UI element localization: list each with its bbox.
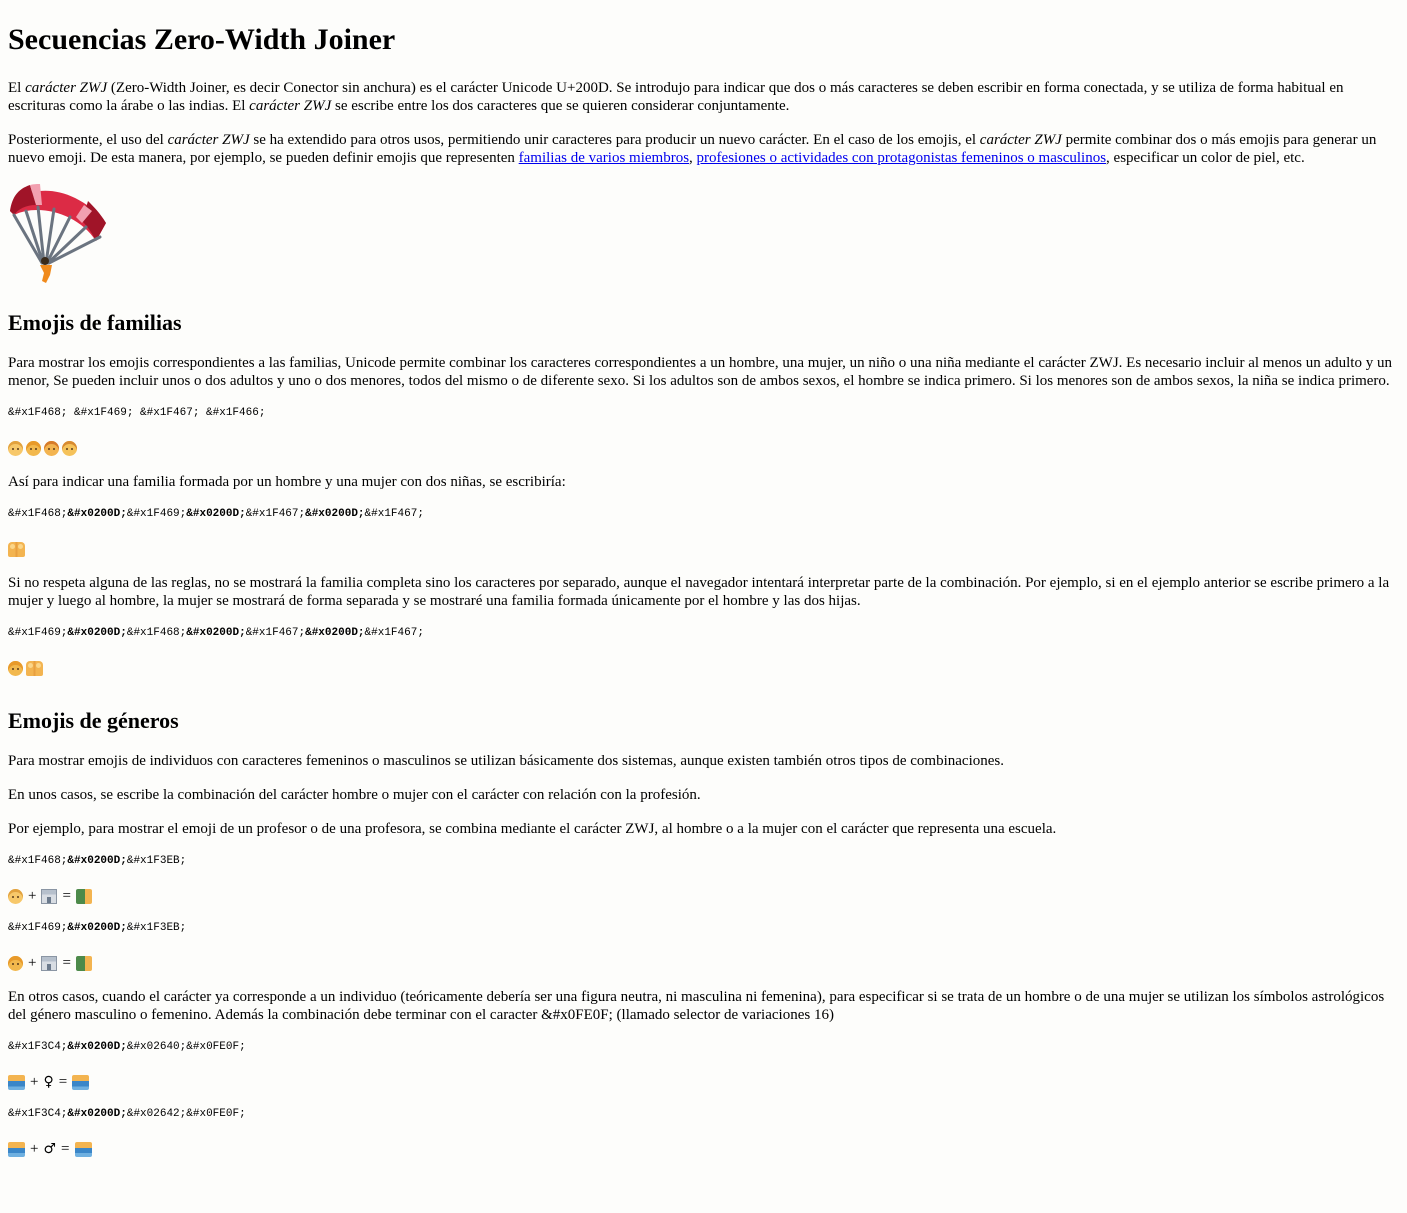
surfer-icon bbox=[8, 1141, 25, 1157]
emoji-row-woman-surfer: + ♀ = bbox=[8, 1073, 1399, 1091]
emoji-row-man-teacher: + = bbox=[8, 887, 1399, 905]
emoji-row-family-members bbox=[8, 439, 1399, 457]
equals-sign: = bbox=[58, 1074, 68, 1090]
heading-familias: Emojis de familias bbox=[8, 310, 182, 335]
emoji-row-family-broken bbox=[8, 659, 1399, 677]
intro-paragraph-2: Posteriormente, el uso del carácter ZWJ … bbox=[8, 132, 1377, 166]
code-generos-3: &#x1F3C4;&#x0200D;&#x02640;&#x0FE0F; bbox=[8, 1041, 246, 1053]
heading-generos: Emojis de géneros bbox=[8, 708, 179, 733]
woman-icon bbox=[8, 660, 23, 676]
woman-icon bbox=[8, 955, 23, 971]
generos-paragraph-3: Por ejemplo, para mostrar el emoji de un… bbox=[8, 821, 1057, 837]
parachute-icon bbox=[10, 184, 106, 283]
code-generos-2: &#x1F469;&#x0200D;&#x1F3EB; bbox=[8, 922, 187, 934]
link-familias[interactable]: familias de varios miembros bbox=[519, 150, 689, 166]
equals-sign: = bbox=[62, 955, 71, 971]
link-profesiones[interactable]: profesiones o actividades con protagonis… bbox=[697, 150, 1107, 166]
intro-paragraph-1: El carácter ZWJ (Zero-Width Joiner, es d… bbox=[8, 80, 1344, 114]
code-familias-1: &#x1F468; &#x1F469; &#x1F467; &#x1F466; bbox=[8, 407, 266, 419]
emoji-row-woman-teacher: + = bbox=[8, 954, 1399, 972]
man-icon bbox=[8, 888, 23, 904]
school-icon bbox=[41, 888, 58, 904]
surfer-icon bbox=[8, 1074, 25, 1090]
equals-sign: = bbox=[62, 888, 71, 904]
equals-sign: = bbox=[61, 1141, 70, 1157]
teacher-icon bbox=[75, 888, 92, 904]
teacher-icon bbox=[75, 955, 92, 971]
generos-paragraph-2: En unos casos, se escribe la combinación… bbox=[8, 787, 701, 803]
girl-icon bbox=[44, 440, 59, 456]
female-symbol-icon: ♀ bbox=[43, 1074, 54, 1090]
surfer-icon bbox=[74, 1141, 92, 1157]
woman-icon bbox=[26, 440, 41, 456]
code-familias-2: &#x1F468;&#x0200D;&#x1F469;&#x0200D;&#x1… bbox=[8, 508, 424, 520]
plus-sign: + bbox=[30, 1141, 39, 1157]
family-icon bbox=[26, 660, 43, 676]
familias-paragraph-1: Para mostrar los emojis correspondientes… bbox=[8, 355, 1392, 389]
boy-icon bbox=[62, 440, 77, 456]
surfer-icon bbox=[72, 1074, 90, 1090]
school-icon bbox=[41, 955, 58, 971]
generos-paragraph-4: En otros casos, cuando el carácter ya co… bbox=[8, 989, 1385, 1023]
generos-paragraph-1: Para mostrar emojis de individuos con ca… bbox=[8, 753, 1004, 769]
plus-sign: + bbox=[28, 955, 37, 971]
code-generos-1: &#x1F468;&#x0200D;&#x1F3EB; bbox=[8, 855, 187, 867]
page: Secuencias Zero-Width Joiner El carácter… bbox=[0, 22, 1407, 1158]
emoji-row-man-surfer: + ♂ = bbox=[8, 1140, 1399, 1158]
emoji-row-family-result bbox=[8, 540, 1399, 558]
plus-sign: + bbox=[28, 888, 37, 904]
code-generos-4: &#x1F3C4;&#x0200D;&#x02642;&#x0FE0F; bbox=[8, 1108, 246, 1120]
man-icon bbox=[8, 440, 23, 456]
male-symbol-icon: ♂ bbox=[43, 1141, 57, 1157]
code-familias-3: &#x1F469;&#x0200D;&#x1F468;&#x0200D;&#x1… bbox=[8, 627, 424, 639]
plus-sign: + bbox=[30, 1074, 39, 1090]
familias-paragraph-3: Si no respeta alguna de las reglas, no s… bbox=[8, 575, 1390, 609]
familias-paragraph-2: Así para indicar una familia formada por… bbox=[8, 474, 566, 490]
page-title: Secuencias Zero-Width Joiner bbox=[8, 23, 396, 56]
family-icon bbox=[8, 541, 25, 557]
